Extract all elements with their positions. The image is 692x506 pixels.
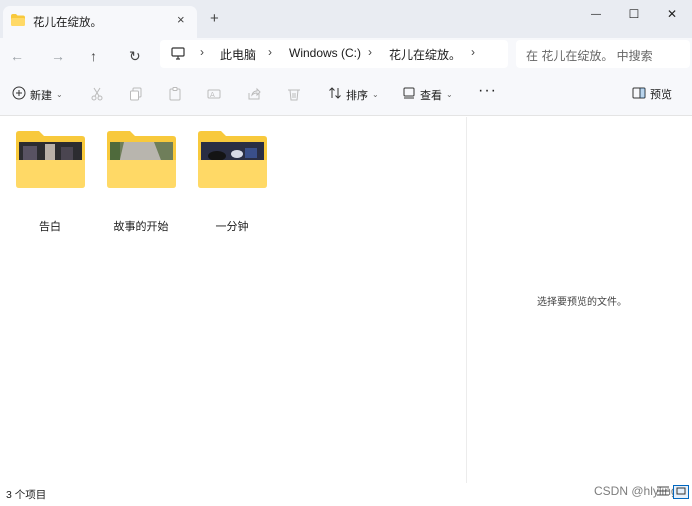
sort-label: 排序 xyxy=(346,89,368,102)
share-icon[interactable] xyxy=(245,85,263,103)
view-icon xyxy=(402,86,416,103)
breadcrumb-separator: › xyxy=(471,45,475,59)
item-count: 3 个项目 xyxy=(6,489,47,501)
breadcrumb-separator: › xyxy=(268,45,272,59)
breadcrumb-separator: › xyxy=(368,45,372,59)
close-icon: ✕ xyxy=(666,7,678,21)
folder-icon xyxy=(16,131,85,188)
forward-button[interactable]: → xyxy=(51,48,65,64)
tab-close-button[interactable]: × xyxy=(177,12,185,27)
command-bar: 新建 ⌄ A 排序 ⌄ 查看 ⌄ ··· 预览 xyxy=(0,74,692,116)
view-label: 查看 xyxy=(420,89,442,102)
view-button[interactable]: 查看 ⌄ xyxy=(402,86,453,103)
copy-icon[interactable] xyxy=(127,85,145,103)
folder-icon xyxy=(11,14,25,29)
folder-icon xyxy=(198,131,267,188)
sort-icon xyxy=(328,86,342,103)
chevron-down-icon: ⌄ xyxy=(446,90,453,99)
paste-icon[interactable] xyxy=(166,85,184,103)
preview-pane-icon xyxy=(632,87,646,102)
address-bar[interactable]: › 此电脑 › Windows (C:) › 花儿在绽放。 › xyxy=(160,40,508,68)
up-button[interactable]: ↑ xyxy=(90,48,97,64)
maximize-icon: ☐ xyxy=(628,7,640,21)
minimize-button[interactable]: — xyxy=(577,3,615,25)
new-button[interactable]: 新建 ⌄ xyxy=(12,86,63,103)
chevron-down-icon: ⌄ xyxy=(372,90,379,99)
search-input[interactable]: 在 花儿在绽放。 中搜索 xyxy=(516,40,690,68)
computer-icon xyxy=(171,47,185,63)
maximize-button[interactable]: ☐ xyxy=(615,3,653,25)
cut-icon[interactable] xyxy=(88,85,106,103)
breadcrumb-windows-c[interactable]: Windows (C:) xyxy=(289,46,361,60)
back-button[interactable]: ← xyxy=(10,48,24,64)
sort-button[interactable]: 排序 ⌄ xyxy=(328,86,379,103)
preview-pane: 选择要预览的文件。 xyxy=(466,117,692,483)
minimize-icon: — xyxy=(591,8,601,20)
preview-label: 预览 xyxy=(650,89,672,101)
tab-title: 花儿在绽放。 xyxy=(33,17,102,29)
navigation-bar: ← → ↑ ↻ › 此电脑 › Windows (C:) › 花儿在绽放。 › … xyxy=(0,38,692,74)
delete-icon[interactable] xyxy=(285,85,303,103)
file-list: 告白 故事的开始 一分钟 xyxy=(0,117,466,483)
title-bar: 花儿在绽放。 × + — ☐ ✕ xyxy=(0,0,692,38)
large-icons-view-icon[interactable] xyxy=(673,485,689,499)
folder-name: 故事的开始 xyxy=(113,221,169,233)
add-circle-icon xyxy=(12,86,26,103)
breadcrumb-this-pc[interactable]: 此电脑 xyxy=(220,46,256,63)
search-placeholder: 在 花儿在绽放。 中搜索 xyxy=(526,49,653,63)
more-options-button[interactable]: ··· xyxy=(478,82,497,100)
new-label: 新建 xyxy=(30,89,52,102)
breadcrumb-separator: › xyxy=(200,45,204,59)
details-view-icon[interactable] xyxy=(656,485,672,499)
close-button[interactable]: ✕ xyxy=(653,3,691,25)
preview-pane-button[interactable]: 预览 xyxy=(632,86,672,102)
folder-icon xyxy=(107,131,176,188)
breadcrumb-current-folder[interactable]: 花儿在绽放。 xyxy=(389,46,461,63)
chevron-down-icon: ⌄ xyxy=(56,90,63,99)
new-tab-button[interactable]: + xyxy=(210,10,219,27)
folder-name: 一分钟 xyxy=(215,221,249,233)
refresh-button[interactable]: ↻ xyxy=(129,48,141,65)
preview-message: 选择要预览的文件。 xyxy=(537,297,627,308)
status-bar: 3 个项目 xyxy=(0,483,692,506)
folder-name: 告白 xyxy=(39,221,61,233)
active-tab[interactable]: 花儿在绽放。 × xyxy=(3,6,197,38)
rename-icon[interactable]: A xyxy=(205,85,223,103)
svg-text:A: A xyxy=(210,91,215,99)
